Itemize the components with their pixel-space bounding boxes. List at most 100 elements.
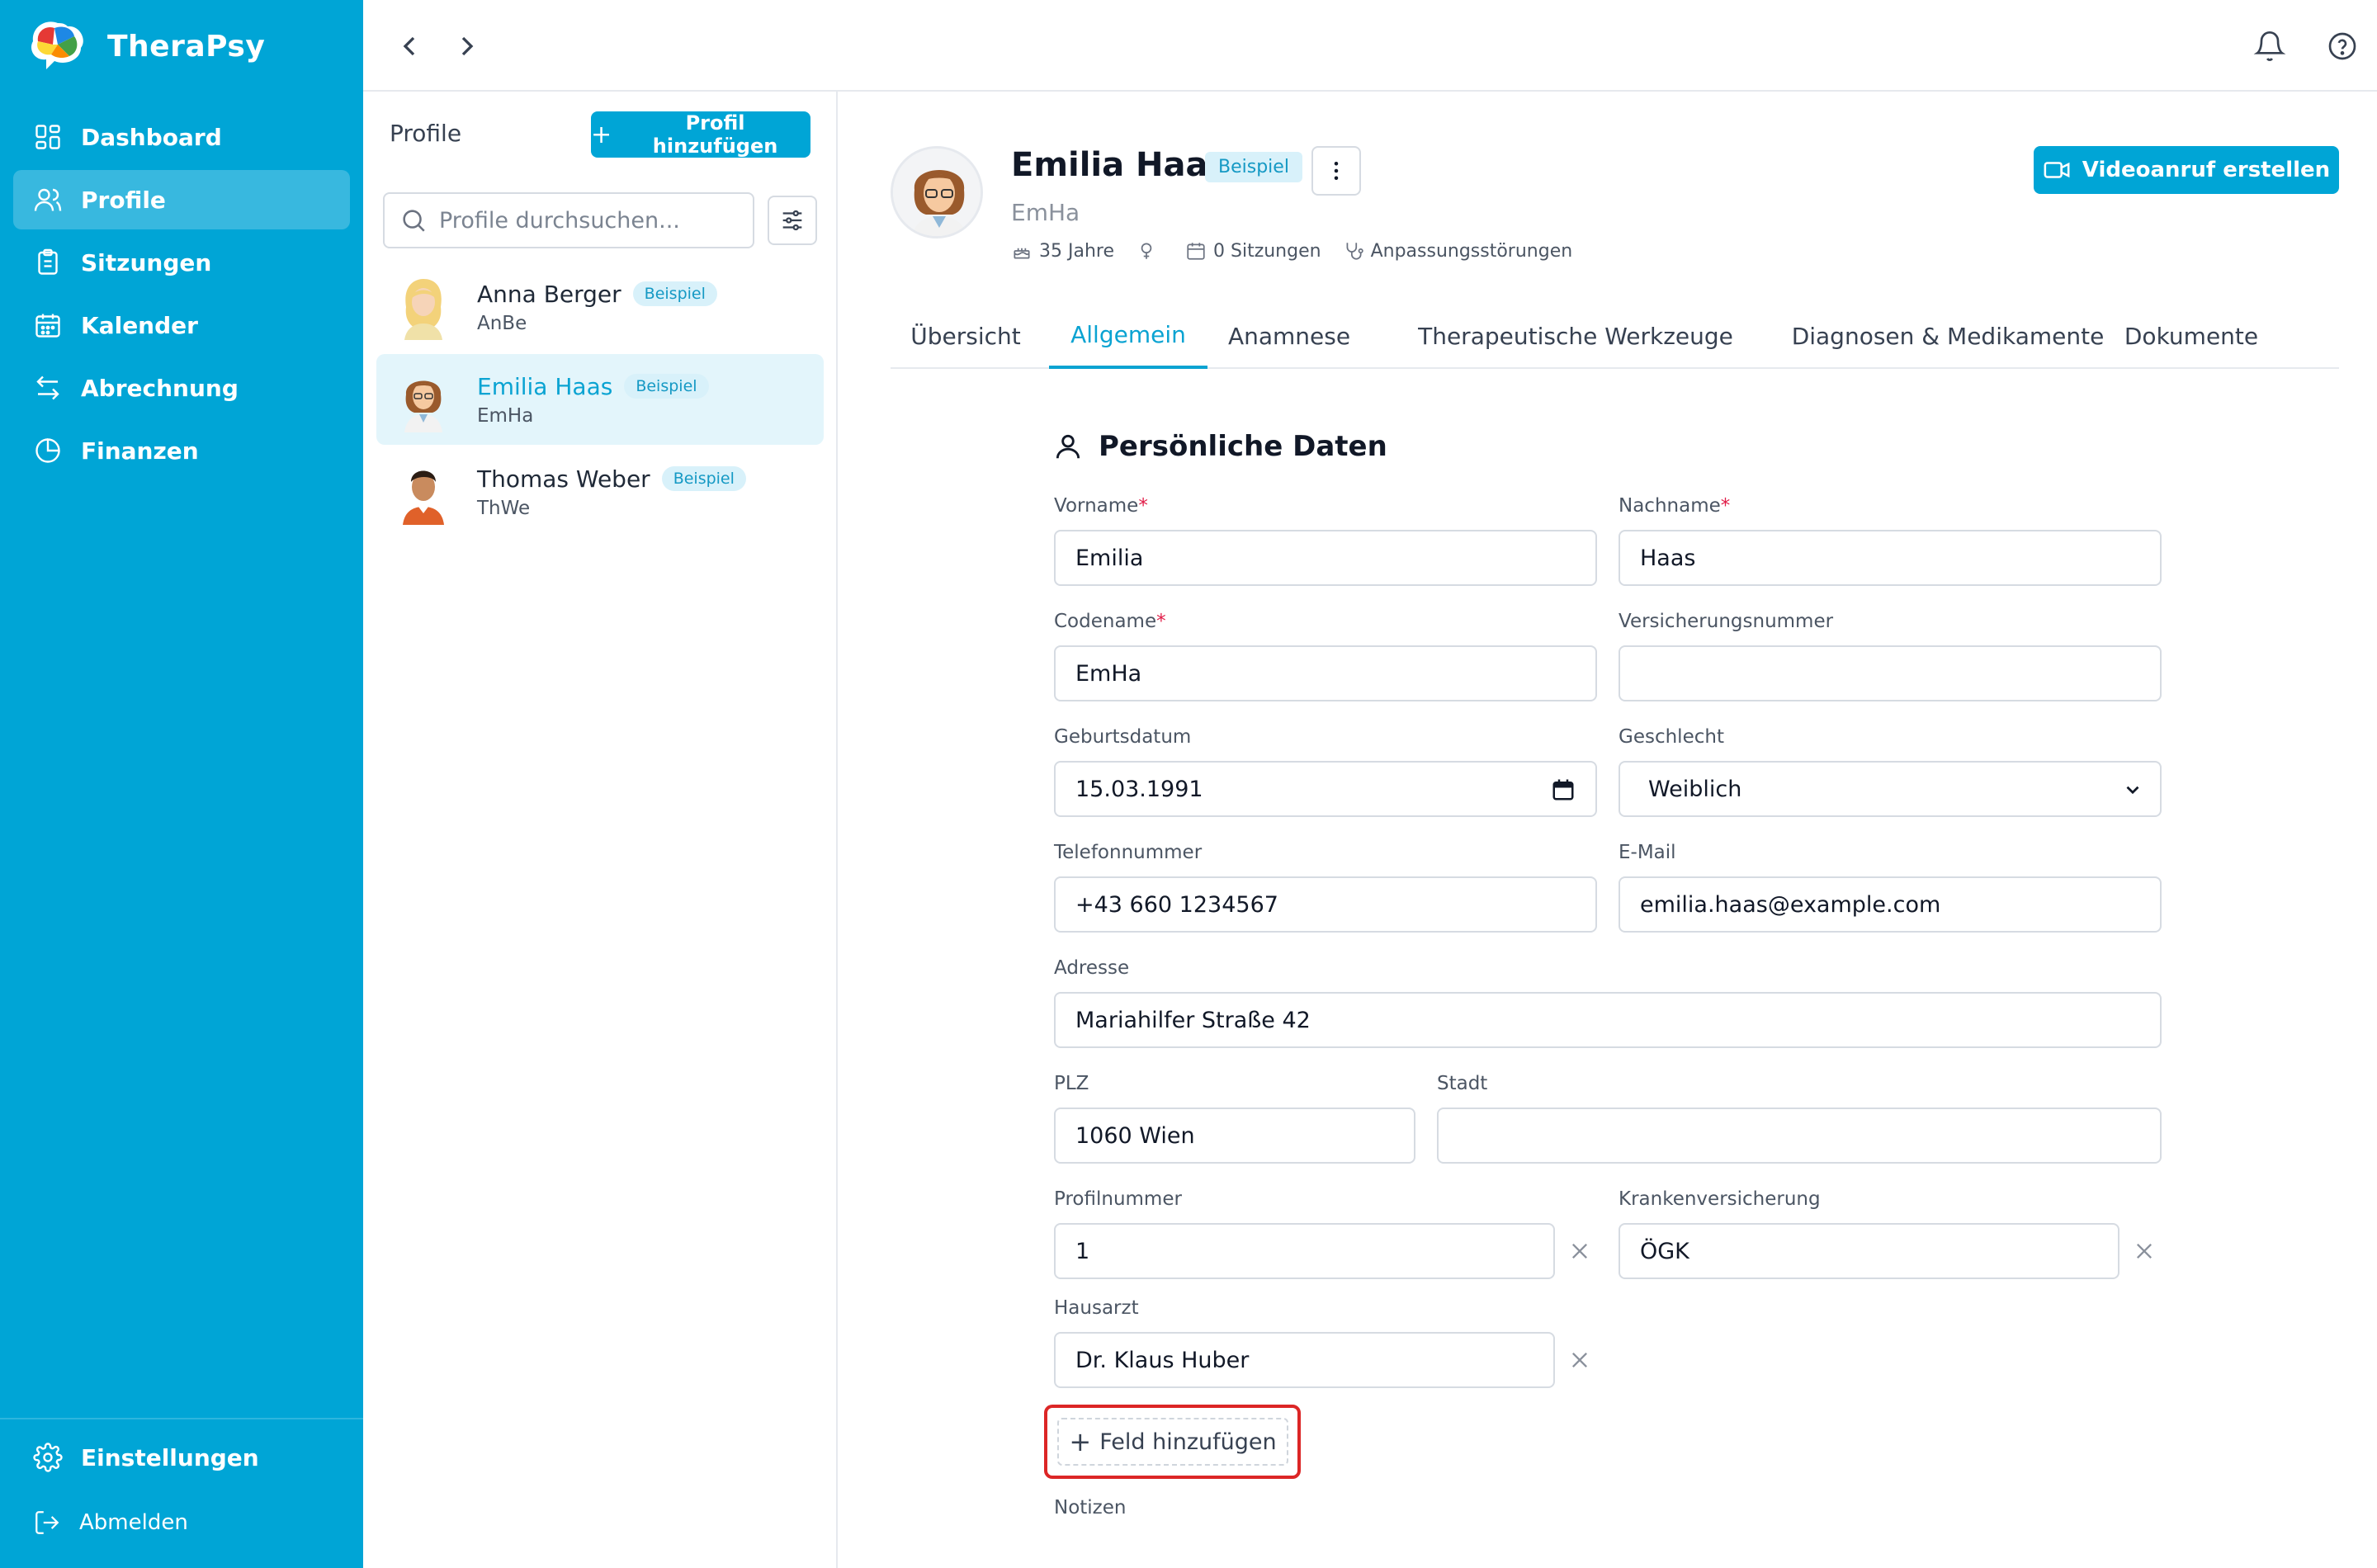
logout-icon (35, 1511, 59, 1534)
chevron-right-icon (461, 36, 474, 56)
required-marker: * (1156, 611, 1166, 632)
vorname-field[interactable]: Emilia (1054, 530, 1597, 586)
tab-allgemein[interactable]: Allgemein (1049, 303, 1207, 369)
email-field[interactable]: emilia.haas@example.com (1619, 876, 2162, 933)
transfer-icon (36, 375, 59, 400)
profile-name: Anna Berger (477, 280, 621, 308)
avatar (893, 149, 981, 236)
nachname-field[interactable]: Haas (1619, 530, 2162, 586)
tab-diagnosen-medikamente[interactable]: Diagnosen & Medikamente (1779, 303, 2117, 369)
hausarzt-field[interactable]: Dr. Klaus Huber (1054, 1332, 1555, 1388)
more-options-button[interactable] (1311, 146, 1361, 196)
profile-list-item[interactable]: Emilia Haas Beispiel EmHa (376, 354, 824, 445)
back-button[interactable] (393, 30, 426, 63)
nav-item-kalender[interactable]: Kalender (13, 295, 350, 355)
nav-label: Finanzen (81, 437, 199, 465)
geschlecht-value: Weiblich (1648, 776, 1742, 802)
example-badge: Beispiel (624, 374, 709, 399)
search-icon (403, 210, 425, 232)
versicherungsnummer-field[interactable] (1619, 645, 2162, 701)
sidebar-divider (0, 1418, 363, 1419)
tab-therapeutische-werkzeuge[interactable]: Therapeutische Werkzeuge (1394, 303, 1757, 369)
profile-list-item[interactable]: Thomas Weber Beispiel ThWe (376, 446, 824, 537)
krankenversicherung-field[interactable]: ÖGK (1619, 1223, 2119, 1279)
nav-item-sitzungen[interactable]: Sitzungen (13, 233, 350, 292)
calendar-icon[interactable] (1551, 777, 1576, 802)
nav-item-profile[interactable]: Profile (13, 170, 350, 229)
vorname-label: Vorname* (1054, 495, 1148, 517)
nav-item-finanzen[interactable]: Finanzen (13, 421, 350, 480)
stadt-field[interactable] (1437, 1108, 2162, 1164)
plus-icon: + (1069, 1426, 1092, 1457)
geburtsdatum-field[interactable]: 15.03.1991 (1054, 761, 1597, 817)
chevron-down-icon (2126, 786, 2139, 795)
video-call-label: Videoanruf erstellen (2082, 158, 2331, 182)
more-vertical-icon (1334, 162, 1339, 180)
add-field-label: Feld hinzufügen (1099, 1429, 1277, 1455)
adresse-field[interactable]: Mariahilfer Straße 42 (1054, 992, 2162, 1048)
search-input[interactable] (439, 207, 753, 234)
close-icon[interactable] (1568, 1240, 1591, 1263)
meta-age-text: 35 Jahre (1039, 240, 1114, 262)
users-icon (34, 188, 62, 211)
notifications-button[interactable] (2253, 30, 2286, 63)
brand[interactable]: TheraPsy (25, 17, 265, 76)
profile-code: AnBe (477, 312, 527, 334)
add-profile-label: Profil hinzufügen (652, 111, 778, 158)
tab-anamnese[interactable]: Anamnese (1219, 303, 1359, 369)
brand-name: TheraPsy (107, 29, 266, 64)
dashboard-icon (35, 125, 60, 149)
nav-item-dashboard[interactable]: Dashboard (13, 107, 350, 167)
add-profile-button[interactable]: + Profil hinzufügen (591, 111, 810, 158)
gear-icon (33, 1443, 63, 1472)
krankenversicherung-label: Krankenversicherung (1619, 1188, 1821, 1210)
nav-label: Kalender (81, 311, 198, 339)
nav-label: Sitzungen (81, 248, 212, 276)
nachname-label: Nachname* (1619, 495, 1730, 517)
nav-item-abrechnung[interactable]: Abrechnung (13, 358, 350, 418)
telefon-field[interactable]: +43 660 1234567 (1054, 876, 1597, 933)
logout-button[interactable]: Abmelden (33, 1509, 188, 1537)
add-field-button[interactable]: + Feld hinzufügen (1057, 1418, 1288, 1466)
codename-field[interactable]: EmHa (1054, 645, 1597, 701)
profile-list-panel: Profile + Profil hinzufügen Anna Berger … (363, 92, 838, 1568)
profile-tabs: Übersicht Allgemein Anamnese Therapeutis… (891, 303, 2339, 369)
profile-search (383, 192, 754, 248)
filter-button[interactable] (768, 196, 817, 245)
stadt-label: Stadt (1437, 1073, 1488, 1094)
geburtsdatum-value: 15.03.1991 (1075, 776, 1203, 802)
geburtsdatum-label: Geburtsdatum (1054, 726, 1192, 748)
chevron-left-icon (403, 36, 415, 56)
help-button[interactable] (2326, 30, 2359, 63)
meta-gender (1136, 240, 1164, 262)
profile-code: ThWe (477, 497, 531, 519)
top-bar (363, 0, 2377, 92)
nav-item-einstellungen[interactable]: Einstellungen (33, 1443, 259, 1472)
avatar (404, 279, 442, 340)
telefon-label: Telefonnummer (1054, 842, 1203, 863)
example-badge: Beispiel (1205, 152, 1302, 182)
stethoscope-icon (1346, 243, 1363, 260)
label-text: Nachname (1619, 495, 1721, 517)
label-text: Codename (1054, 611, 1157, 632)
profile-avatar (891, 146, 983, 239)
profilnummer-field[interactable]: 1 (1054, 1223, 1555, 1279)
profile-name: Thomas Weber (477, 465, 650, 493)
tab-uebersicht[interactable]: Übersicht (891, 303, 1041, 369)
close-icon[interactable] (2133, 1240, 2156, 1263)
meta-diagnosis: Anpassungsstörungen (1343, 240, 1572, 262)
plz-field[interactable]: 1060 Wien (1054, 1108, 1415, 1164)
profile-list-item[interactable]: Anna Berger Beispiel AnBe (376, 262, 824, 352)
tab-dokumente[interactable]: Dokumente (2092, 303, 2290, 369)
create-video-call-button[interactable]: Videoanruf erstellen (2034, 146, 2339, 194)
add-field-highlight: + Feld hinzufügen (1044, 1405, 1301, 1479)
notizen-label: Notizen (1054, 1497, 1127, 1518)
meta-age: 35 Jahre (1011, 240, 1114, 262)
forward-button[interactable] (451, 30, 484, 63)
profile-name: Emilia Haas (477, 372, 613, 400)
settings-label: Einstellungen (81, 1443, 259, 1471)
geschlecht-select[interactable]: Weiblich (1619, 761, 2162, 817)
versicherungsnummer-label: Versicherungsnummer (1619, 611, 1834, 632)
close-icon[interactable] (1568, 1348, 1591, 1372)
profile-title: Emilia Haas (1011, 146, 1228, 184)
